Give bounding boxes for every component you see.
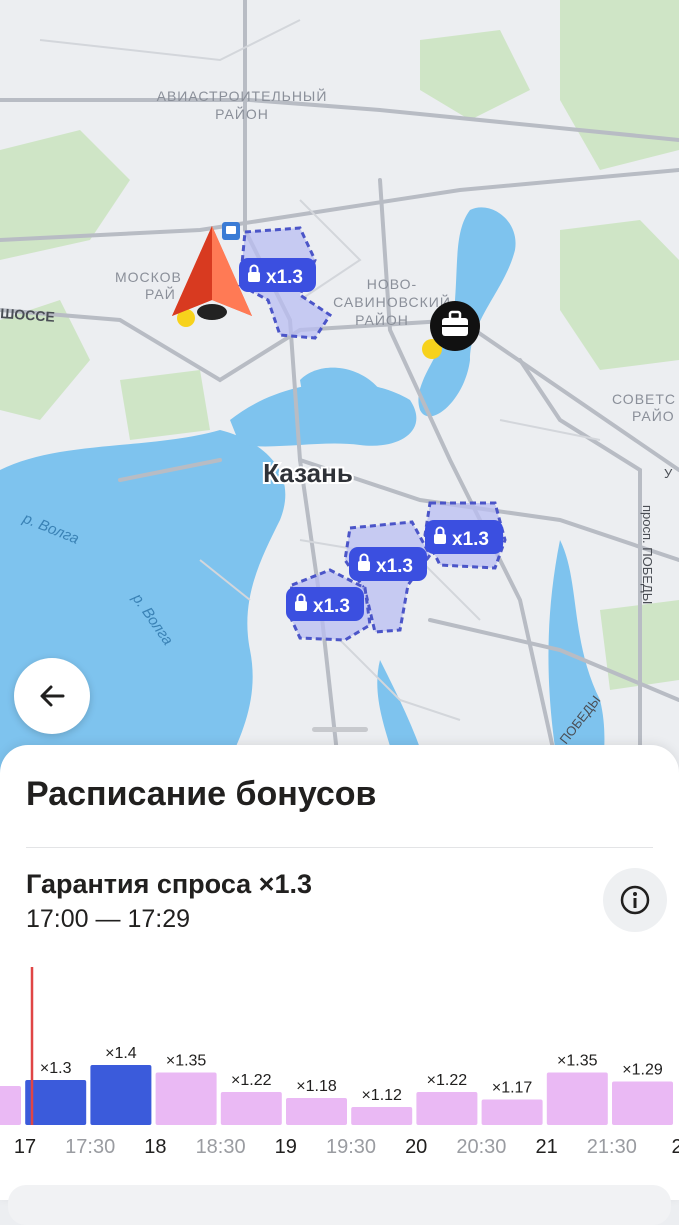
bar-value-label: ×1.22: [427, 1072, 468, 1089]
district-label-8: СОВЕТС: [612, 391, 676, 407]
bonus-schedule-sheet: Расписание бонусов Гарантия спроса ×1.3 …: [0, 745, 679, 1200]
zone-badge-2[interactable]: x1.3: [425, 520, 503, 554]
district-label-5: НОВО-: [367, 276, 417, 292]
bonus-title: Гарантия спроса ×1.3: [26, 869, 312, 899]
district-label-6: САВИНОВСКИЙ: [333, 293, 451, 310]
chart-bar[interactable]: [351, 1107, 413, 1125]
info-icon: [620, 885, 650, 915]
bar-chart[interactable]: 26×1.3×1.4×1.35×1.22×1.18×1.12×1.22×1.17…: [0, 955, 679, 1180]
divider: [26, 847, 653, 848]
x-tick-label: 19:30: [326, 1136, 376, 1158]
zone-badge-label: x1.3: [313, 596, 350, 617]
city-map[interactable]: АВИАСТРОИТЕЛЬНЫЙ РАЙОН МОСКОВ РАЙ НОВО- …: [0, 0, 679, 780]
chart-bar[interactable]: [286, 1098, 347, 1125]
briefcase-icon[interactable]: [430, 301, 480, 351]
bar-value-label: ×1.18: [296, 1078, 337, 1095]
chart-bar[interactable]: [546, 1072, 608, 1126]
chart-bar[interactable]: [612, 1081, 673, 1126]
x-tick-label: 2: [671, 1136, 679, 1158]
bonus-schedule-chart[interactable]: 26×1.3×1.4×1.35×1.22×1.18×1.12×1.22×1.17…: [0, 955, 679, 1180]
x-tick-label: 17: [14, 1136, 36, 1158]
chart-bar[interactable]: [90, 1065, 152, 1125]
bar-value-label: ×1.3: [40, 1060, 72, 1077]
info-button[interactable]: [603, 868, 667, 932]
chart-bar[interactable]: [220, 1092, 282, 1125]
road-label-pobedy-1: просп. ПОБЕДЫ: [640, 505, 655, 604]
chart-bar[interactable]: [25, 1080, 87, 1125]
x-tick-label: 18:30: [196, 1136, 246, 1158]
bar-value-label: ×1.35: [166, 1053, 207, 1070]
bonus-time-range: 17:00 — 17:29: [26, 905, 191, 933]
bar-value-label: ×1.12: [361, 1087, 402, 1104]
district-label-1: АВИАСТРОИТЕЛЬНЫЙ: [157, 87, 328, 104]
x-tick-label: 20: [405, 1136, 427, 1158]
x-tick-label: 20:30: [456, 1136, 506, 1158]
district-label-7: РАЙОН: [355, 311, 409, 328]
road-label-u: У: [664, 466, 673, 481]
arrow-left-icon: [40, 685, 65, 707]
district-label-2: РАЙОН: [215, 105, 269, 122]
chart-bar[interactable]: [155, 1072, 217, 1126]
zone-badge-label: x1.3: [376, 556, 413, 577]
x-tick-label: 21: [535, 1136, 557, 1158]
district-label-4: РАЙ: [145, 285, 176, 302]
chart-bar[interactable]: [416, 1092, 478, 1125]
zone-badge-1[interactable]: x1.3: [239, 258, 316, 292]
x-tick-label: 19: [275, 1136, 297, 1158]
x-tick-label: 21:30: [587, 1136, 637, 1158]
zone-badge-3[interactable]: x1.3: [349, 547, 427, 581]
map-view[interactable]: АВИАСТРОИТЕЛЬНЫЙ РАЙОН МОСКОВ РАЙ НОВО- …: [0, 0, 679, 780]
page-title: Расписание бонусов: [26, 775, 377, 813]
district-label-9: РАЙО: [632, 407, 675, 424]
chart-bar[interactable]: [481, 1099, 543, 1126]
x-tick-label: 17:30: [65, 1136, 115, 1158]
zone-badge-label: x1.3: [452, 529, 489, 550]
bar-value-label: ×1.22: [231, 1072, 272, 1089]
bar-value-label: ×1.35: [557, 1053, 598, 1070]
x-tick-label: 18: [144, 1136, 166, 1158]
back-button[interactable]: [14, 658, 90, 734]
metro-station-icon: [222, 222, 240, 240]
bar-value-label: ×1.17: [492, 1080, 533, 1097]
zone-badge-label: x1.3: [266, 267, 303, 288]
district-label-3: МОСКОВ: [115, 269, 182, 285]
chart-bar[interactable]: [0, 1086, 21, 1125]
sheet-drag-handle[interactable]: [312, 727, 368, 732]
bar-value-label: ×1.29: [622, 1062, 663, 1079]
bottom-card: [8, 1185, 671, 1225]
bar-value-label: ×1.4: [105, 1045, 137, 1062]
city-label: Казань: [263, 458, 353, 488]
zone-badge-4[interactable]: x1.3: [286, 587, 364, 621]
